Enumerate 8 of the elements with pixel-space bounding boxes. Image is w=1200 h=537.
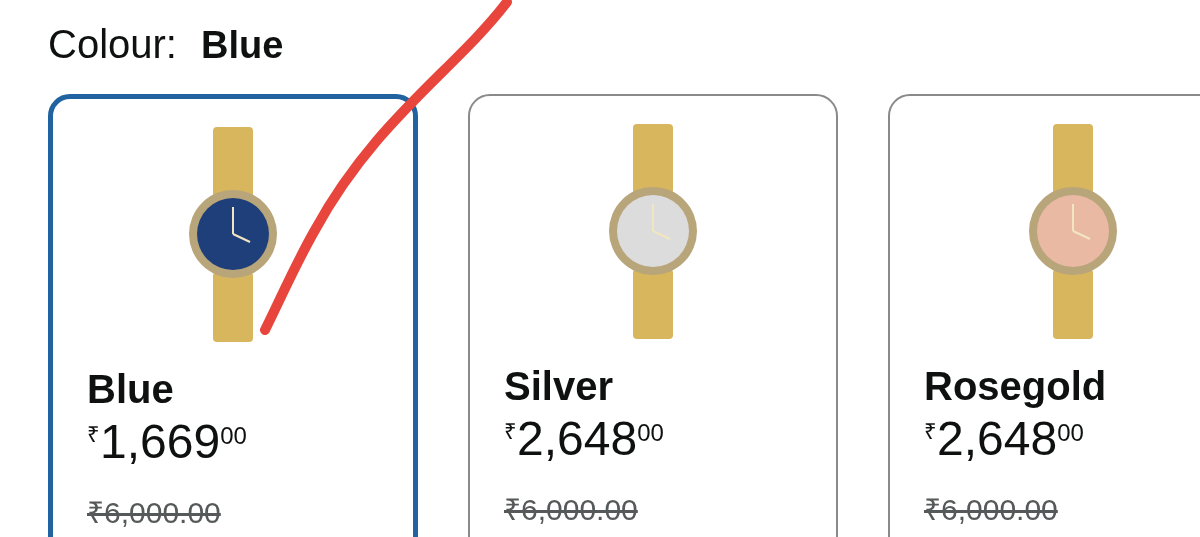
colour-label: Colour: [48,21,177,68]
list-price: ₹6,000.00 [87,495,222,531]
colour-value: Blue [200,23,284,68]
variant-name: Rosegold [924,363,1108,410]
variant-name: Silver [504,363,614,410]
list-price: ₹6,000.00 [924,492,1059,528]
variant-name: Blue [87,366,175,413]
list-price: ₹6,000.00 [504,492,639,528]
